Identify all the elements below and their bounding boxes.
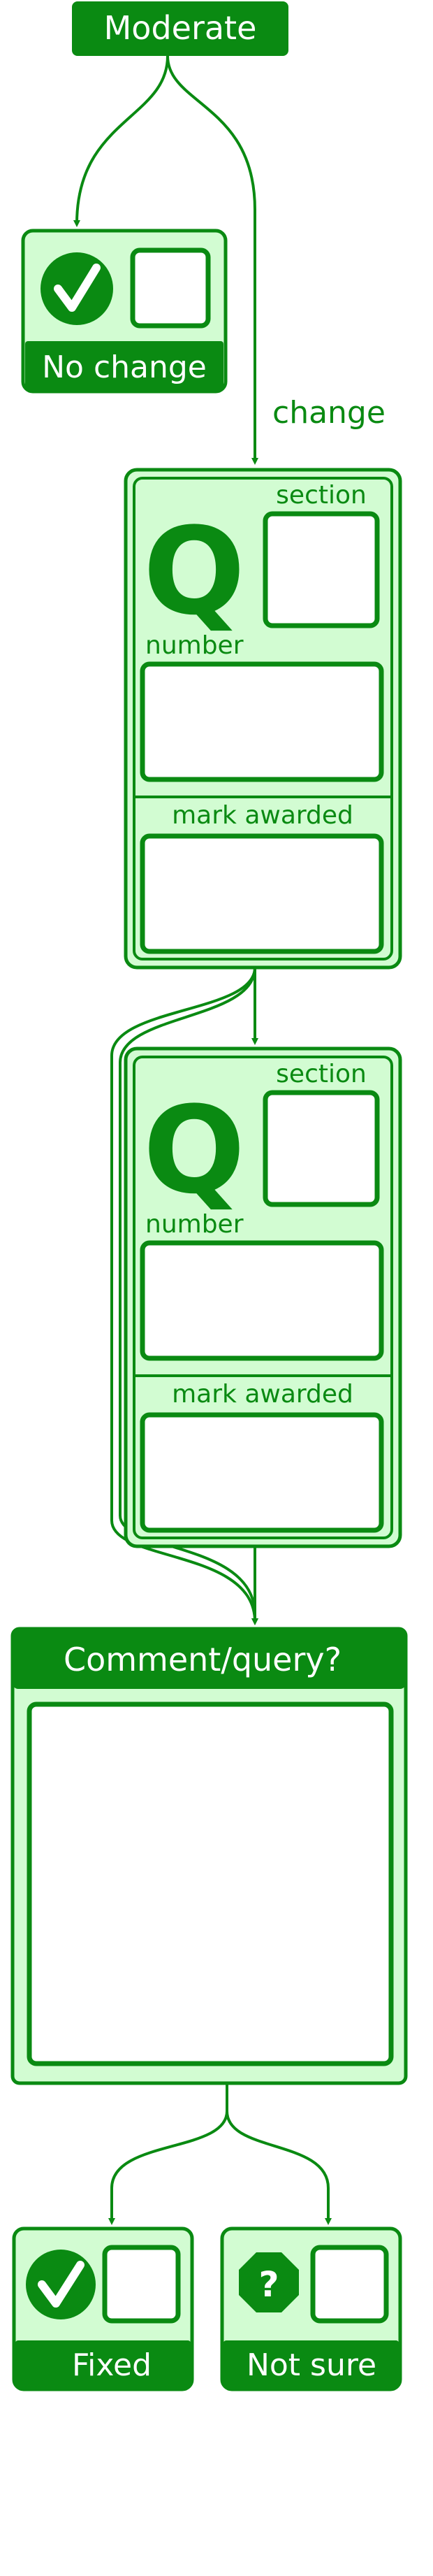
- number-input[interactable]: [140, 661, 384, 782]
- checkmark-icon: [26, 2250, 96, 2319]
- comment-textarea[interactable]: [27, 1701, 394, 2066]
- outcome-connectors: [108, 2083, 332, 2225]
- moderate-header: Moderate: [72, 1, 288, 56]
- section-input[interactable]: [263, 1090, 380, 1207]
- section-label: section: [276, 481, 367, 510]
- moderation-flow-diagram: Moderate No change change Q section numb…: [10, 1, 408, 2391]
- no-change-box: No change: [21, 229, 228, 394]
- change-label: change: [272, 395, 386, 431]
- not-sure-label: Not sure: [247, 2347, 376, 2383]
- checkmark-icon: [41, 252, 113, 325]
- no-change-label: No change: [42, 350, 207, 385]
- mark-awarded-label: mark awarded: [172, 801, 353, 830]
- number-input[interactable]: [140, 1240, 384, 1361]
- not-sure-box: ? Not sure: [220, 2226, 402, 2391]
- number-label: number: [145, 1210, 244, 1239]
- q-letter: Q: [143, 501, 245, 642]
- mark-awarded-label: mark awarded: [172, 1380, 353, 1409]
- section-label: section: [276, 1060, 367, 1088]
- connector-to-no-change: [73, 55, 169, 227]
- question-block-1: Q section number mark awarded: [124, 468, 402, 970]
- fixed-checkbox[interactable]: [102, 2245, 181, 2324]
- connector-to-fixed: [108, 2083, 228, 2225]
- section-input[interactable]: [263, 511, 380, 628]
- comment-query-box: Comment/query?: [10, 1627, 408, 2085]
- fixed-box: Fixed: [12, 2226, 194, 2391]
- svg-text:?: ?: [258, 2264, 279, 2305]
- mark-awarded-input[interactable]: [140, 1412, 384, 1533]
- moderate-label: Moderate: [104, 9, 257, 47]
- connector-to-not-sure: [226, 2083, 332, 2225]
- comment-title: Comment/query?: [64, 1641, 342, 1678]
- q-letter: Q: [143, 1080, 245, 1221]
- question-block-2: Q section number mark awarded: [124, 1046, 402, 1548]
- not-sure-checkbox[interactable]: [310, 2245, 389, 2324]
- fixed-label: Fixed: [72, 2347, 152, 2383]
- mark-awarded-input[interactable]: [140, 833, 384, 954]
- no-change-checkbox[interactable]: [130, 247, 211, 329]
- number-label: number: [145, 631, 244, 660]
